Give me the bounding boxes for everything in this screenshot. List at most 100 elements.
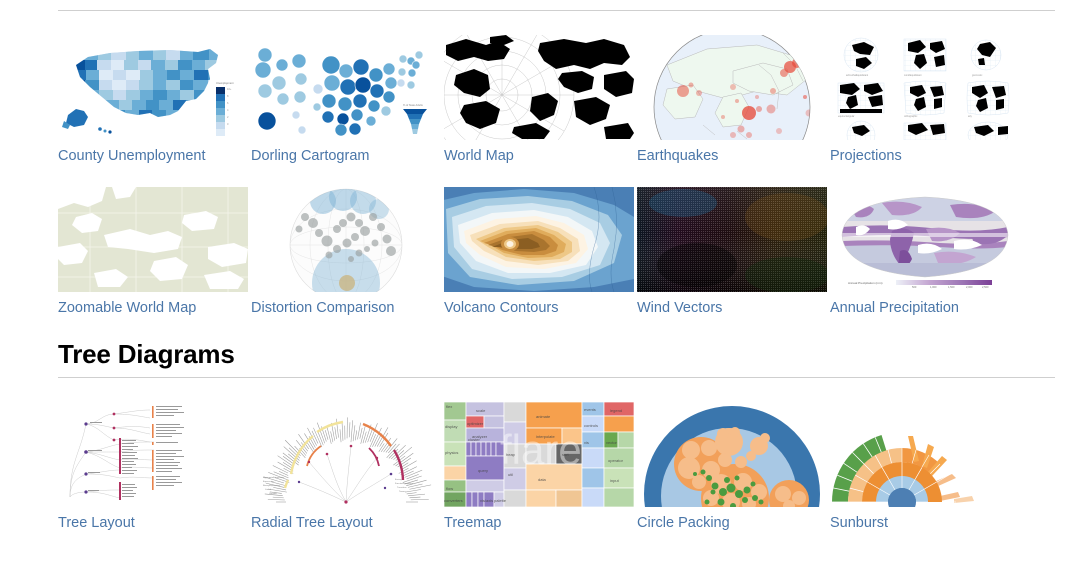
svg-text:palette: palette [494,498,507,503]
gallery-row: 10+8 64 20 Unemployment County Unemploym… [58,35,1058,165]
svg-text:AggregateExpression: AggregateExpression [263,476,285,479]
svg-text:optimizer: optimizer [467,421,484,426]
gallery-card-volcano-contours[interactable]: Volcano Contours [444,187,637,317]
gallery-card-sunburst[interactable]: Sunburst [830,402,1023,532]
svg-text:1,500: 1,500 [948,285,955,289]
svg-text:azimuthalEquidistant: azimuthalEquidistant [846,74,868,77]
gallery-card-zoomable-world-map[interactable]: Zoomable World Map [58,187,251,317]
section-divider [58,377,1055,378]
svg-text:heap: heap [506,452,516,457]
thumbnail-dorling-cartogram[interactable]: % of State Adults [251,35,441,140]
thumbnail-volcano-contours[interactable] [444,187,634,292]
svg-text:2,500: 2,500 [982,285,989,289]
thumbnail-zoomable-world-map[interactable] [58,187,248,292]
gallery-card-label: Treemap [444,515,637,532]
gallery-card-label: Tree Layout [58,515,251,532]
svg-text:conicEquidistant: conicEquidistant [904,74,922,77]
gallery-card-projections[interactable]: azimuthalEquidistant conicEquidistant gn… [830,35,1023,165]
choropleth-legend: 10+8 64 20 Unemployment [216,81,234,136]
svg-text:FunctionSequence: FunctionSequence [395,482,414,485]
thumbnail-wind-vectors[interactable] [637,187,827,292]
gallery-card-tree-layout[interactable]: Tree Layout [58,402,251,532]
thumbnail-projection-grid[interactable]: azimuthalEquidistant conicEquidistant gn… [830,35,1020,140]
thumbnail-orthographic-earthquakes[interactable] [637,35,827,140]
section-heading: Tree Diagrams [58,340,1069,369]
gallery-card-label: Dorling Cartogram [251,148,444,165]
gallery-card-label: Zoomable World Map [58,300,251,317]
svg-text:vector: vector [606,440,618,445]
svg-text:orthographic: orthographic [904,115,918,118]
svg-text:animate: animate [536,414,551,419]
svg-text:0: 0 [227,122,229,126]
thumbnail-annual-precipitation[interactable]: Annual Precipitation (mm) 5001,000 1 [830,187,1020,292]
gallery-card-dorling-cartogram[interactable]: % of State Adults Dorling Cartogram [251,35,444,165]
svg-text:interpolate: interpolate [536,434,555,439]
gallery-card-annual-precipitation[interactable]: Annual Precipitation (mm) 5001,000 1 [830,187,1023,317]
svg-text:Unemployment: Unemployment [216,81,234,85]
svg-text:Transition: Transition [397,486,407,489]
svg-text:10+: 10+ [227,87,232,91]
gallery-card-treemap[interactable]: flare flexdisplay physicsflow converters… [444,402,637,532]
section-maps: 10+8 64 20 Unemployment County Unemploym… [0,10,1069,318]
svg-text:Literal: Literal [265,488,271,491]
gallery-card-distortion-comparison[interactable]: Distortion Comparison [251,187,444,317]
svg-text:BinaryExpression: BinaryExpression [263,484,281,487]
svg-text:controls: controls [584,423,598,428]
thumbnail-radial-tree-layout[interactable]: AggregateExpression Expression BinaryExp… [251,402,441,507]
thumbnail-tree-layout[interactable] [58,402,248,507]
gallery-card-label: Projections [830,148,1023,165]
thumbnail-world-map-graticule[interactable] [444,35,634,140]
gallery-card-label: County Unemployment [58,148,251,165]
svg-text:6: 6 [227,101,229,105]
svg-text:cluster: cluster [468,437,480,442]
section-divider [58,10,1055,11]
svg-text:vis: vis [584,440,589,445]
gallery-card-label: Circle Packing [637,515,830,532]
gallery-card-radial-tree-layout[interactable]: AggregateExpression Expression BinaryExp… [251,402,444,532]
gallery-card-label: Distortion Comparison [251,300,444,317]
gallery-card-label: Annual Precipitation [830,300,1023,317]
svg-text:flex: flex [446,404,452,409]
svg-text:gnomonic: gnomonic [972,74,983,77]
section-tree-diagrams: Tree Diagrams [0,340,1069,533]
thumbnail-circle-packing[interactable] [637,402,827,507]
svg-text:legend: legend [610,408,622,413]
gallery-card-label: World Map [444,148,637,165]
gallery-card-wind-vectors[interactable]: Wind Vectors [637,187,830,317]
svg-text:converters: converters [444,498,463,503]
svg-text:scale: scale [476,408,486,413]
gallery-card-label: Radial Tree Layout [251,515,444,532]
svg-text:equirectangular: equirectangular [838,115,855,118]
svg-text:display: display [445,424,457,429]
svg-text:Easing: Easing [395,479,402,481]
svg-text:sort: sort [562,452,570,457]
svg-text:operator: operator [608,458,624,463]
svg-text:Expression: Expression [263,480,275,483]
gallery-card-earthquakes[interactable]: Earthquakes [637,35,830,165]
svg-text:events: events [584,407,596,412]
thumbnail-treemap[interactable]: flare flexdisplay physicsflow converters… [444,402,634,507]
gallery-card-county-unemployment[interactable]: 10+8 64 20 Unemployment County Unemploym… [58,35,251,165]
svg-text:data: data [538,477,547,482]
svg-text:1,000: 1,000 [930,285,937,289]
svg-text:flow: flow [446,486,453,491]
gallery-card-world-map[interactable]: World Map [444,35,637,165]
svg-text:8: 8 [227,94,229,98]
gallery-card-label: Earthquakes [637,148,830,165]
svg-text:input: input [610,478,620,483]
gallery-row: Zoomable World Map [58,187,1058,317]
svg-text:4: 4 [227,108,229,112]
svg-text:Tween: Tween [399,491,406,493]
svg-text:vis/axis: vis/axis [480,498,493,503]
thumbnail-sunburst[interactable] [830,402,1020,507]
svg-text:500: 500 [912,285,917,289]
gallery-card-circle-packing[interactable]: Circle Packing [637,402,830,532]
svg-text:Variable: Variable [269,492,278,495]
svg-text:physics: physics [445,450,458,455]
svg-text:% of State Adults: % of State Adults [403,103,423,107]
gallery-page: 10+8 64 20 Unemployment County Unemploym… [0,10,1069,571]
gallery-card-label: Volcano Contours [444,300,637,317]
thumbnail-distortion-comparison[interactable] [251,187,441,292]
svg-text:Annual Precipitation (mm): Annual Precipitation (mm) [848,281,883,285]
thumbnail-choropleth-us-counties[interactable]: 10+8 64 20 Unemployment [58,35,248,140]
